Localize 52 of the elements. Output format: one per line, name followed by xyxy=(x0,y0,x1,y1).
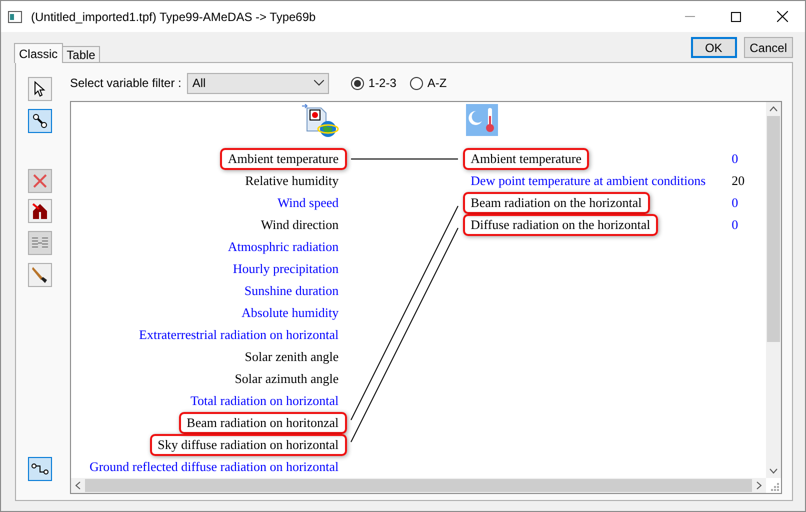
output-variable[interactable]: Extraterrestrial radiation on horizontal xyxy=(131,324,347,346)
output-variable[interactable]: Beam radiation on horitonzal xyxy=(178,412,347,434)
tab[interactable]: Table xyxy=(62,46,100,63)
output-variable[interactable]: Absolute humidity xyxy=(234,302,347,324)
horizontal-scrollbar[interactable] xyxy=(71,478,766,493)
sort-radio[interactable]: A-Z xyxy=(410,76,447,90)
close-icon[interactable] xyxy=(776,11,788,22)
sort-radio[interactable]: 1-2-3 xyxy=(351,76,396,90)
output-variable[interactable]: Sunshine duration xyxy=(236,280,347,302)
maximize-icon[interactable] xyxy=(731,12,741,22)
filter-label: Select variable filter : xyxy=(70,76,182,90)
filter-dropdown[interactable]: All xyxy=(187,72,330,94)
ok-button[interactable]: OK xyxy=(690,37,737,58)
link-icon xyxy=(32,113,48,129)
brush-icon xyxy=(31,266,49,284)
output-variable[interactable]: Ground reflected diffuse radiation on horizontal xyxy=(81,456,347,478)
output-variable[interactable]: Sky diffuse radiation on horizontal xyxy=(150,434,347,456)
output-variable[interactable]: Wind direction xyxy=(252,214,347,236)
output-variable[interactable]: Solar zenith angle xyxy=(236,346,347,368)
input-value: 0 xyxy=(732,194,738,212)
align-icon xyxy=(31,236,49,250)
output-variable[interactable]: Wind speed xyxy=(269,192,347,214)
input-variable[interactable]: Diffuse radiation on the horizontal xyxy=(462,214,658,236)
output-variable[interactable]: Ambient temperature xyxy=(220,148,347,170)
connect-icon xyxy=(31,462,49,476)
chevron-down-icon xyxy=(314,80,324,86)
tool-button[interactable] xyxy=(28,77,52,101)
input-value: 20 xyxy=(732,172,745,190)
input-variable[interactable]: Beam radiation on the horizontal xyxy=(462,192,650,214)
input-value: 0 xyxy=(732,150,738,168)
output-variable[interactable]: Atmosphric radiation xyxy=(220,236,347,258)
output-variable[interactable]: Relative humidity xyxy=(237,170,347,192)
input-value: 0 xyxy=(732,216,738,234)
tool-button[interactable] xyxy=(28,457,52,481)
window-title: (Untitled_imported1.tpf) Type99-AMeDAS -> Type69b xyxy=(31,10,317,24)
delete-icon xyxy=(32,173,48,189)
cancel-button[interactable]: Cancel xyxy=(744,37,793,58)
output-variable[interactable]: Total radiation on horizontal xyxy=(182,390,347,412)
tool-button[interactable] xyxy=(28,109,52,133)
delete-link-icon xyxy=(31,202,49,220)
output-variable[interactable]: Solar azimuth angle xyxy=(226,368,347,390)
tab[interactable]: Classic xyxy=(14,43,63,63)
input-variable[interactable]: Dew point temperature at ambient conditions xyxy=(462,170,714,192)
tool-button[interactable] xyxy=(28,199,52,223)
app-icon xyxy=(8,10,22,22)
input-variable[interactable]: Ambient temperature xyxy=(462,148,590,170)
weather-data-icon xyxy=(300,104,339,138)
weather-station-icon xyxy=(466,104,498,136)
tool-button[interactable] xyxy=(28,263,52,287)
pointer-icon xyxy=(33,81,47,97)
vertical-scrollbar[interactable] xyxy=(766,102,781,478)
output-variable[interactable]: Hourly precipitation xyxy=(224,258,347,280)
